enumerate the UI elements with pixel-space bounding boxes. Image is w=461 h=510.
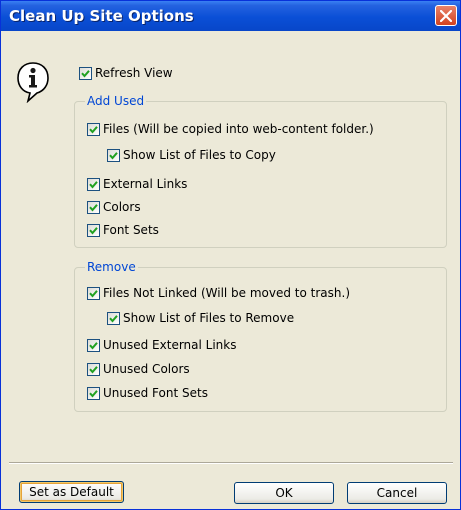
checkbox-label: Colors xyxy=(103,200,141,214)
show-files-to-copy-checkbox[interactable]: Show List of Files to Copy xyxy=(107,146,276,164)
font-sets-checkbox[interactable]: Font Sets xyxy=(87,221,159,239)
group-legend: Add Used xyxy=(85,94,147,108)
checkbox-box[interactable] xyxy=(87,338,100,352)
checkmark-icon xyxy=(89,341,98,350)
checkbox-box[interactable] xyxy=(79,66,92,80)
dialog-window: Clean Up Site Options Refresh View Add U… xyxy=(0,0,461,510)
set-as-default-button[interactable]: Set as Default xyxy=(19,481,124,503)
unused-font-sets-checkbox[interactable]: Unused Font Sets xyxy=(87,384,208,402)
files-not-linked-checkbox[interactable]: Files Not Linked (Will be moved to trash… xyxy=(87,284,350,302)
colors-checkbox[interactable]: Colors xyxy=(87,198,141,216)
checkbox-label: Show List of Files to Remove xyxy=(123,311,295,325)
title-bar[interactable]: Clean Up Site Options xyxy=(1,1,460,31)
unused-external-links-checkbox[interactable]: Unused External Links xyxy=(87,336,237,354)
checkbox-label: Files (Will be copied into web-content f… xyxy=(103,122,374,136)
checkbox-box[interactable] xyxy=(87,122,100,136)
checkmark-icon xyxy=(89,125,98,134)
checkmark-icon xyxy=(89,226,98,235)
external-links-checkbox[interactable]: External Links xyxy=(87,175,187,193)
checkbox-label: Refresh View xyxy=(95,66,173,80)
unused-colors-checkbox[interactable]: Unused Colors xyxy=(87,360,190,378)
checkmark-icon xyxy=(89,365,98,374)
checkmark-icon xyxy=(89,180,98,189)
refresh-view-checkbox[interactable]: Refresh View xyxy=(79,64,173,82)
checkbox-box[interactable] xyxy=(87,223,100,237)
window-title: Clean Up Site Options xyxy=(9,7,194,25)
checkbox-label: Show List of Files to Copy xyxy=(123,148,276,162)
checkmark-icon xyxy=(109,314,118,323)
checkbox-box[interactable] xyxy=(87,177,100,191)
checkmark-icon xyxy=(81,69,90,78)
checkbox-box[interactable] xyxy=(87,386,100,400)
checkbox-box[interactable] xyxy=(87,286,100,300)
checkmark-icon xyxy=(89,203,98,212)
files-checkbox[interactable]: Files (Will be copied into web-content f… xyxy=(87,120,374,138)
close-button[interactable] xyxy=(435,5,457,26)
close-icon xyxy=(440,10,452,22)
checkbox-box[interactable] xyxy=(87,362,100,376)
cancel-button[interactable]: Cancel xyxy=(347,482,447,504)
info-icon xyxy=(17,62,49,103)
checkbox-label: Files Not Linked (Will be moved to trash… xyxy=(103,286,351,300)
checkmark-icon xyxy=(89,289,98,298)
show-files-to-remove-checkbox[interactable]: Show List of Files to Remove xyxy=(107,309,294,327)
group-legend: Remove xyxy=(85,260,138,274)
checkbox-label: External Links xyxy=(103,177,188,191)
checkbox-label: Unused Font Sets xyxy=(103,386,208,400)
ok-button[interactable]: OK xyxy=(234,482,334,504)
checkmark-icon xyxy=(109,151,118,160)
checkbox-label: Font Sets xyxy=(103,223,159,237)
checkbox-label: Unused External Links xyxy=(103,338,237,352)
checkmark-icon xyxy=(89,389,98,398)
checkbox-box[interactable] xyxy=(107,311,120,325)
checkbox-box[interactable] xyxy=(107,148,120,162)
checkbox-label: Unused Colors xyxy=(103,362,190,376)
checkbox-box[interactable] xyxy=(87,200,100,214)
footer-separator xyxy=(9,462,453,464)
